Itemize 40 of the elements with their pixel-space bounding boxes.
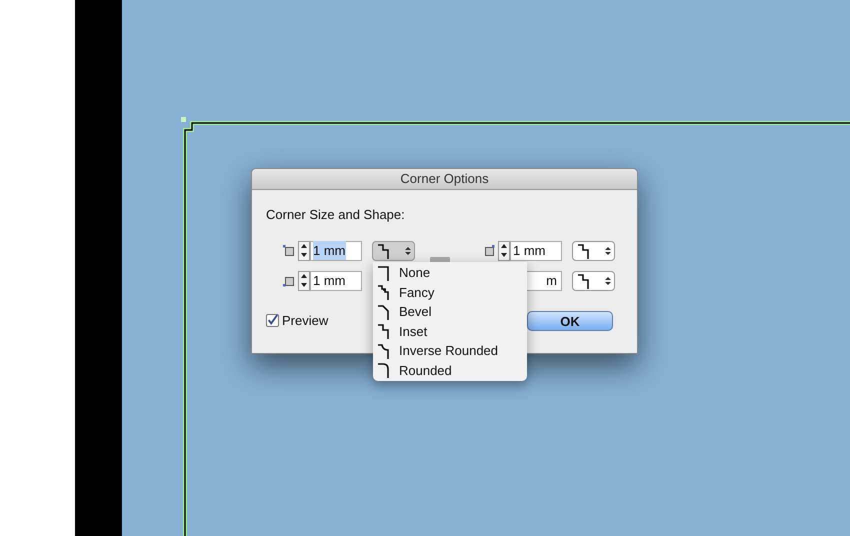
corner-icon [283, 274, 295, 286]
corner-shape-icon [376, 264, 390, 282]
corner-shape-icon [376, 283, 390, 302]
updown-caret-icon [605, 246, 611, 256]
window-title: Corner Options [252, 169, 637, 190]
shape-dropdown[interactable] [572, 240, 615, 260]
up-arrow-icon [301, 274, 307, 278]
checkbox-label: Preview [282, 312, 328, 330]
corner-icon [483, 244, 495, 256]
stepper[interactable] [498, 240, 510, 260]
up-arrow-icon [501, 244, 507, 248]
corner-shape-icon [576, 242, 590, 260]
updown-caret-icon [605, 276, 611, 286]
corner-shape-icon [376, 322, 390, 340]
checkbox[interactable] [266, 314, 279, 327]
ok-button[interactable]: OK [527, 310, 613, 330]
up-arrow-icon [301, 244, 307, 248]
corner-shape-icon [376, 242, 390, 260]
down-arrow-icon [301, 283, 307, 287]
down-arrow-icon [501, 253, 507, 257]
size-field[interactable]: 1 mm [510, 240, 562, 260]
size-field[interactable]: 1 mm [310, 240, 362, 260]
menu-item[interactable]: Bevel [373, 302, 527, 322]
section-heading: Corner Size and Shape: [266, 206, 406, 224]
shape-dropdown[interactable] [372, 240, 415, 260]
corner-shape-icon [576, 272, 590, 290]
stepper[interactable] [298, 270, 310, 290]
corner-shape-icon [376, 302, 390, 321]
check-icon [267, 314, 278, 327]
corner-shape-icon [376, 342, 390, 360]
stepper[interactable] [298, 240, 310, 260]
size-field[interactable]: 1 mm [310, 270, 362, 290]
updown-caret-icon [405, 246, 411, 256]
corner-shape-icon [376, 361, 390, 380]
corner-icon [283, 244, 295, 256]
menu-item[interactable]: Inset [373, 322, 527, 341]
menu-item[interactable]: Inverse Rounded [373, 341, 527, 360]
shape-dropdown[interactable] [572, 270, 615, 290]
menu-item[interactable]: Rounded [373, 360, 527, 380]
down-arrow-icon [301, 253, 307, 257]
